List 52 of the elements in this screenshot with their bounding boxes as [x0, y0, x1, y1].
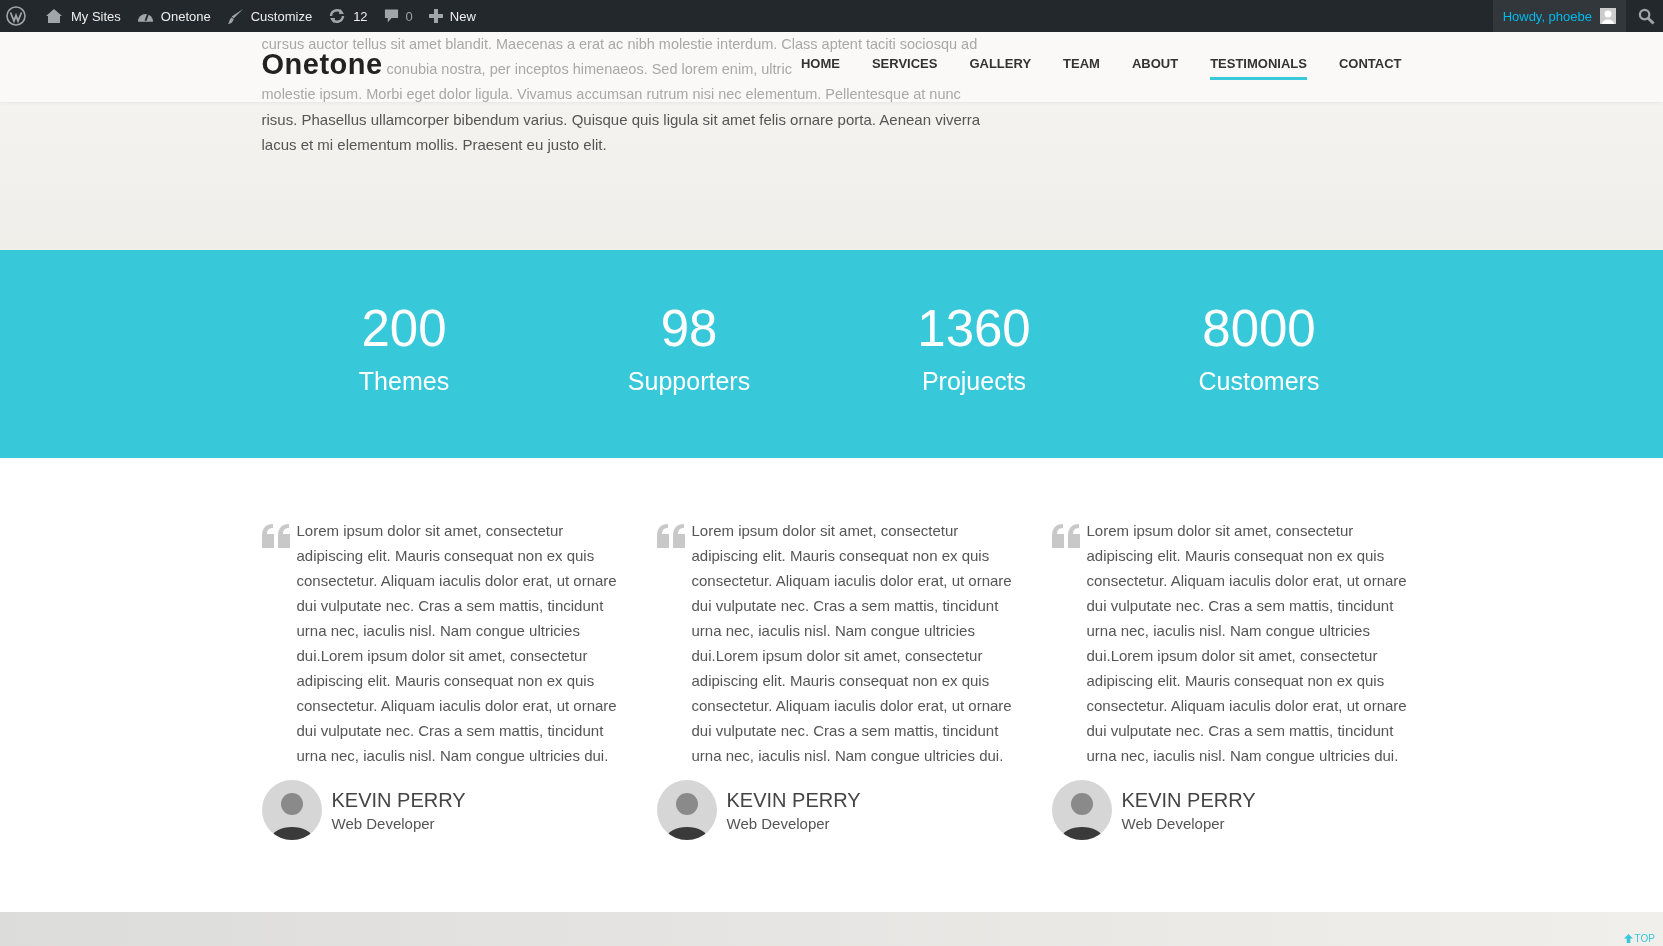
- stat-label: Customers: [1197, 366, 1321, 396]
- nav-link[interactable]: TESTIMONIALS: [1210, 49, 1307, 80]
- faded-text: conubia nostra, per inceptos himenaeos. Sed lorem enim, ultric: [386, 61, 792, 77]
- plus-icon: [428, 9, 443, 23]
- stat-label: Themes: [357, 366, 451, 396]
- admin-bar-item[interactable]: New: [420, 0, 484, 32]
- stat-number: 1360: [916, 298, 1032, 359]
- refresh-icon: [328, 8, 347, 24]
- stat-label: Supporters: [626, 366, 752, 396]
- nav-link[interactable]: TEAM: [1063, 49, 1100, 80]
- author-role: Web Developer: [331, 814, 436, 832]
- quote-icon: [1051, 524, 1080, 548]
- quote-icon: [261, 524, 290, 548]
- testimonial-text: Lorem ipsum dolor sit amet, consectetur adipiscing elit. Mauris consequat non ex quis consectetur. Aliquam iaculis dolor erat, ut ornare dui vulputate nec. Cras a sem mattis, tincidunt urna nec, iaculis nisl. Nam congue ultricies dui.Lorem ipsum dolor sit amet, consectetur adipiscing elit. Mauris consequat non ex quis consectetur. Aliquam iaculis dolor erat, ut ornare dui vulputate nec. Cras a sem mattis, tincidunt urna nec, iaculis nisl. Nam congue ultricies dui.: [296, 521, 618, 766]
- stat-number: 200: [360, 298, 448, 359]
- nav-link[interactable]: SERVICES: [871, 49, 938, 80]
- hero-paragraph: risus. Phasellus ullamcorper bibendum varius. Quisque quis ligula sit amet felis ornare porta. Aenean viverra lacus et mi elementum mollis. Praesent eu justo elit.: [261, 110, 982, 155]
- wordpress-logo-icon[interactable]: [6, 6, 26, 26]
- admin-bar-label: My Sites: [71, 8, 121, 24]
- author-role: Web Developer: [726, 814, 831, 832]
- admin-bar-item[interactable]: Onetone: [128, 0, 219, 32]
- admin-bar-item[interactable]: Customize: [218, 0, 321, 32]
- nav-link[interactable]: HOME: [800, 49, 840, 80]
- admin-bar-item[interactable]: 0: [375, 0, 421, 32]
- testimonial-text: Lorem ipsum dolor sit amet, consectetur adipiscing elit. Mauris consequat non ex quis consectetur. Aliquam iaculis dolor erat, ut ornare dui vulputate nec. Cras a sem mattis, tincidunt urna nec, iaculis nisl. Nam congue ultricies dui.Lorem ipsum dolor sit amet, consectetur adipiscing elit. Mauris consequat non ex quis consectetur. Aliquam iaculis dolor erat, ut ornare dui vulputate nec. Cras a sem mattis, tincidunt urna nec, iaculis nisl. Nam congue ultricies dui.: [1086, 521, 1408, 766]
- stat-number: 8000: [1201, 298, 1317, 359]
- stat-label: Projuects: [920, 366, 1028, 396]
- faded-text: molestie ipsum. Morbi eget dolor ligula. Vivamus accumsan rutrum nisi nec elementum. Pellentesque at nunc: [261, 86, 961, 102]
- search-icon[interactable]: [1638, 7, 1655, 25]
- greeting-text: Howdy, phoebe: [1502, 8, 1592, 24]
- nav-link[interactable]: ABOUT: [1131, 49, 1179, 80]
- author-name: KEVIN PERRY: [331, 788, 466, 812]
- admin-bar-label: Customize: [250, 8, 313, 24]
- admin-bar-item[interactable]: 12: [320, 0, 376, 32]
- author-role: Web Developer: [1121, 814, 1226, 832]
- admin-bar-item[interactable]: My Sites: [36, 0, 129, 32]
- admin-bar-label: Onetone: [160, 8, 211, 24]
- author-name: KEVIN PERRY: [1121, 788, 1256, 812]
- admin-bar-label: 12: [353, 8, 368, 24]
- quote-icon: [656, 524, 685, 548]
- account-menu[interactable]: Howdy, phoebe: [1492, 0, 1626, 32]
- top-link-label: TOP: [1634, 933, 1655, 944]
- testimonial-text: Lorem ipsum dolor sit amet, consectetur adipiscing elit. Mauris consequat non ex quis consectetur. Aliquam iaculis dolor erat, ut ornare dui vulputate nec. Cras a sem mattis, tincidunt urna nec, iaculis nisl. Nam congue ultricies dui.Lorem ipsum dolor sit amet, consectetur adipiscing elit. Mauris consequat non ex quis consectetur. Aliquam iaculis dolor erat, ut ornare dui vulputate nec. Cras a sem mattis, tincidunt urna nec, iaculis nisl. Nam congue ultricies dui.: [691, 521, 1013, 766]
- nav-link[interactable]: CONTACT: [1338, 49, 1402, 80]
- speech-bubble-icon: [383, 8, 399, 24]
- stat-number: 98: [659, 298, 719, 359]
- up-arrow-icon: [1623, 934, 1633, 943]
- avatar-icon: [1600, 8, 1616, 24]
- admin-bar-label: New: [449, 8, 476, 24]
- author-name: KEVIN PERRY: [726, 788, 861, 812]
- admin-bar-label: 0: [405, 8, 413, 24]
- nav-link[interactable]: GALLERY: [969, 49, 1032, 80]
